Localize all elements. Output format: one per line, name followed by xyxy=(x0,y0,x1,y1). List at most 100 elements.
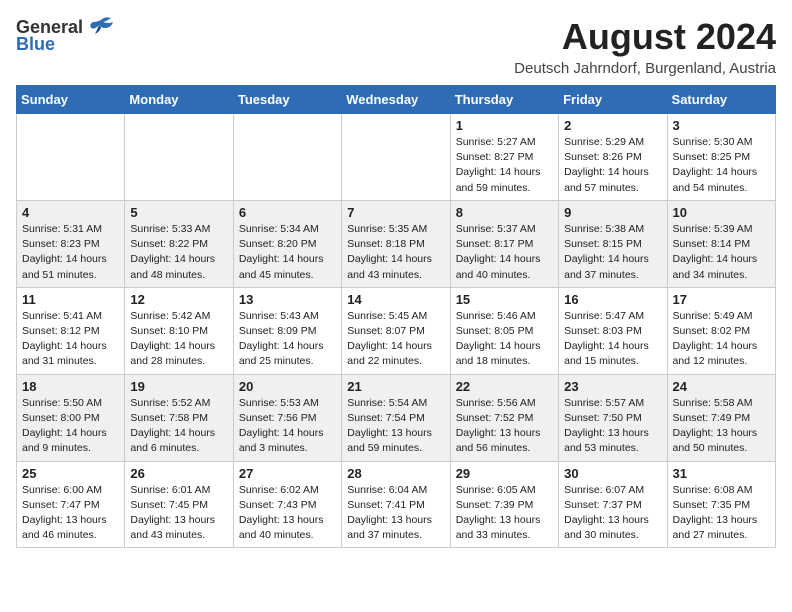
day-number: 2 xyxy=(564,118,661,133)
location: Deutsch Jahrndorf, Burgenland, Austria xyxy=(514,60,776,77)
day-number: 6 xyxy=(239,205,336,220)
calendar-cell: 2 Sunrise: 5:29 AM Sunset: 8:26 PM Daylig… xyxy=(559,114,667,201)
day-number: 29 xyxy=(456,466,553,481)
day-number: 11 xyxy=(22,292,119,307)
day-detail: Sunrise: 5:38 AM Sunset: 8:15 PM Dayligh… xyxy=(564,222,661,283)
day-number: 25 xyxy=(22,466,119,481)
calendar-cell: 21Sunrise: 5:54 AM Sunset: 7:54 PM Dayli… xyxy=(342,374,450,461)
calendar-cell: 17 Sunrise: 5:49 AM Sunset: 8:02 PM Dayli… xyxy=(667,287,775,374)
month-year: August 2024 xyxy=(514,16,776,58)
day-detail: Sunrise: 6:00 AM Sunset: 7:47 PM Dayligh… xyxy=(22,483,119,544)
day-detail: Sunrise: 5:27 AM Sunset: 8:27 PM Dayligh… xyxy=(456,135,553,196)
calendar-cell: 24 Sunrise: 5:58 AM Sunset: 7:49 PM Dayli… xyxy=(667,374,775,461)
day-detail: Sunrise: 6:08 AM Sunset: 7:35 PM Dayligh… xyxy=(673,483,770,544)
day-detail: Sunrise: 5:58 AM Sunset: 7:49 PM Dayligh… xyxy=(673,396,770,457)
day-detail: Sunrise: 5:49 AM Sunset: 8:02 PM Dayligh… xyxy=(673,309,770,370)
col-header-friday: Friday xyxy=(559,86,667,114)
day-number: 14 xyxy=(347,292,444,307)
day-detail: Sunrise: 5:37 AM Sunset: 8:17 PM Dayligh… xyxy=(456,222,553,283)
calendar-cell: 27Sunrise: 6:02 AM Sunset: 7:43 PM Dayli… xyxy=(233,461,341,548)
day-number: 3 xyxy=(673,118,770,133)
day-number: 20 xyxy=(239,379,336,394)
day-number: 22 xyxy=(456,379,553,394)
title-area: August 2024 Deutsch Jahrndorf, Burgenlan… xyxy=(514,16,776,77)
calendar-cell xyxy=(342,114,450,201)
day-number: 7 xyxy=(347,205,444,220)
day-number: 23 xyxy=(564,379,661,394)
day-number: 26 xyxy=(130,466,227,481)
calendar-header-row: SundayMondayTuesdayWednesdayThursdayFrid… xyxy=(17,86,776,114)
day-number: 5 xyxy=(130,205,227,220)
day-number: 15 xyxy=(456,292,553,307)
day-detail: Sunrise: 5:29 AM Sunset: 8:26 PM Dayligh… xyxy=(564,135,661,196)
calendar-cell: 6 Sunrise: 5:34 AM Sunset: 8:20 PM Daylig… xyxy=(233,200,341,287)
day-number: 27 xyxy=(239,466,336,481)
day-detail: Sunrise: 5:41 AM Sunset: 8:12 PM Dayligh… xyxy=(22,309,119,370)
day-detail: Sunrise: 5:50 AM Sunset: 8:00 PM Dayligh… xyxy=(22,396,119,457)
day-detail: Sunrise: 5:56 AM Sunset: 7:52 PM Dayligh… xyxy=(456,396,553,457)
calendar-week-row: 4Sunrise: 5:31 AM Sunset: 8:23 PM Daylig… xyxy=(17,200,776,287)
calendar-cell xyxy=(125,114,233,201)
calendar-cell: 18 Sunrise: 5:50 AM Sunset: 8:00 PM Dayli… xyxy=(17,374,125,461)
day-number: 12 xyxy=(130,292,227,307)
day-number: 28 xyxy=(347,466,444,481)
calendar-cell: 26Sunrise: 6:01 AM Sunset: 7:45 PM Dayli… xyxy=(125,461,233,548)
day-detail: Sunrise: 5:53 AM Sunset: 7:56 PM Dayligh… xyxy=(239,396,336,457)
calendar-cell: 15Sunrise: 5:46 AM Sunset: 8:05 PM Dayli… xyxy=(450,287,558,374)
calendar-week-row: 11 Sunrise: 5:41 AM Sunset: 8:12 PM Dayli… xyxy=(17,287,776,374)
day-detail: Sunrise: 5:43 AM Sunset: 8:09 PM Dayligh… xyxy=(239,309,336,370)
day-detail: Sunrise: 5:35 AM Sunset: 8:18 PM Dayligh… xyxy=(347,222,444,283)
day-number: 17 xyxy=(673,292,770,307)
calendar-week-row: 1 Sunrise: 5:27 AM Sunset: 8:27 PM Daylig… xyxy=(17,114,776,201)
calendar-cell: 10 Sunrise: 5:39 AM Sunset: 8:14 PM Dayli… xyxy=(667,200,775,287)
calendar-cell: 25 Sunrise: 6:00 AM Sunset: 7:47 PM Dayli… xyxy=(17,461,125,548)
logo-bird-icon xyxy=(87,16,115,38)
calendar-cell: 8 Sunrise: 5:37 AM Sunset: 8:17 PM Daylig… xyxy=(450,200,558,287)
day-number: 30 xyxy=(564,466,661,481)
day-detail: Sunrise: 5:52 AM Sunset: 7:58 PM Dayligh… xyxy=(130,396,227,457)
day-number: 10 xyxy=(673,205,770,220)
logo-blue: Blue xyxy=(16,34,55,55)
day-detail: Sunrise: 5:42 AM Sunset: 8:10 PM Dayligh… xyxy=(130,309,227,370)
day-detail: Sunrise: 5:31 AM Sunset: 8:23 PM Dayligh… xyxy=(22,222,119,283)
day-detail: Sunrise: 5:47 AM Sunset: 8:03 PM Dayligh… xyxy=(564,309,661,370)
header: General Blue August 2024 Deutsch Jahrndo… xyxy=(16,16,776,77)
day-detail: Sunrise: 5:39 AM Sunset: 8:14 PM Dayligh… xyxy=(673,222,770,283)
day-number: 18 xyxy=(22,379,119,394)
day-detail: Sunrise: 6:04 AM Sunset: 7:41 PM Dayligh… xyxy=(347,483,444,544)
day-number: 13 xyxy=(239,292,336,307)
calendar-cell: 22 Sunrise: 5:56 AM Sunset: 7:52 PM Dayli… xyxy=(450,374,558,461)
day-number: 1 xyxy=(456,118,553,133)
col-header-saturday: Saturday xyxy=(667,86,775,114)
day-number: 8 xyxy=(456,205,553,220)
day-detail: Sunrise: 6:07 AM Sunset: 7:37 PM Dayligh… xyxy=(564,483,661,544)
calendar-cell: 7 Sunrise: 5:35 AM Sunset: 8:18 PM Daylig… xyxy=(342,200,450,287)
calendar-cell: 23 Sunrise: 5:57 AM Sunset: 7:50 PM Dayli… xyxy=(559,374,667,461)
col-header-wednesday: Wednesday xyxy=(342,86,450,114)
calendar-cell: 1 Sunrise: 5:27 AM Sunset: 8:27 PM Daylig… xyxy=(450,114,558,201)
day-detail: Sunrise: 5:57 AM Sunset: 7:50 PM Dayligh… xyxy=(564,396,661,457)
day-number: 21 xyxy=(347,379,444,394)
calendar-cell: 29Sunrise: 6:05 AM Sunset: 7:39 PM Dayli… xyxy=(450,461,558,548)
calendar-table: SundayMondayTuesdayWednesdayThursdayFrid… xyxy=(16,85,776,548)
calendar-cell xyxy=(17,114,125,201)
calendar-week-row: 25 Sunrise: 6:00 AM Sunset: 7:47 PM Dayli… xyxy=(17,461,776,548)
col-header-tuesday: Tuesday xyxy=(233,86,341,114)
day-detail: Sunrise: 5:34 AM Sunset: 8:20 PM Dayligh… xyxy=(239,222,336,283)
day-detail: Sunrise: 5:45 AM Sunset: 8:07 PM Dayligh… xyxy=(347,309,444,370)
day-number: 24 xyxy=(673,379,770,394)
calendar-cell: 19Sunrise: 5:52 AM Sunset: 7:58 PM Dayli… xyxy=(125,374,233,461)
day-detail: Sunrise: 5:33 AM Sunset: 8:22 PM Dayligh… xyxy=(130,222,227,283)
calendar-cell: 14 Sunrise: 5:45 AM Sunset: 8:07 PM Dayli… xyxy=(342,287,450,374)
day-number: 31 xyxy=(673,466,770,481)
calendar-week-row: 18 Sunrise: 5:50 AM Sunset: 8:00 PM Dayli… xyxy=(17,374,776,461)
calendar-cell: 13 Sunrise: 5:43 AM Sunset: 8:09 PM Dayli… xyxy=(233,287,341,374)
col-header-thursday: Thursday xyxy=(450,86,558,114)
calendar-cell: 5 Sunrise: 5:33 AM Sunset: 8:22 PM Daylig… xyxy=(125,200,233,287)
calendar-cell: 12 Sunrise: 5:42 AM Sunset: 8:10 PM Dayli… xyxy=(125,287,233,374)
calendar-cell: 30 Sunrise: 6:07 AM Sunset: 7:37 PM Dayli… xyxy=(559,461,667,548)
calendar-cell: 4Sunrise: 5:31 AM Sunset: 8:23 PM Daylig… xyxy=(17,200,125,287)
calendar-cell xyxy=(233,114,341,201)
calendar-cell: 16Sunrise: 5:47 AM Sunset: 8:03 PM Dayli… xyxy=(559,287,667,374)
calendar-cell: 31 Sunrise: 6:08 AM Sunset: 7:35 PM Dayli… xyxy=(667,461,775,548)
